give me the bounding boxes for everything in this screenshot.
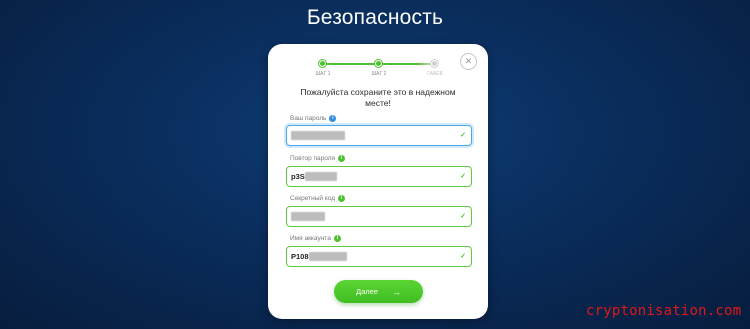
info-icon[interactable]: i [329,115,337,122]
step-2-label: ШАГ 2 [371,71,387,77]
check-icon: ✓ [460,132,466,139]
secret-code-label: Секретный код i [290,195,346,202]
secret-code-field[interactable]: ✓ [286,206,472,227]
account-name-label: Имя аккаунта i [290,235,341,242]
watermark: cryptonisation.com [586,303,742,319]
arrow-right-icon: → [391,286,401,297]
step-3-indicator [431,60,438,67]
check-icon: ✓ [460,253,466,260]
step-2-indicator [375,60,382,67]
redacted-value [308,252,347,261]
redacted-value [291,131,345,140]
step-1-indicator [319,60,326,67]
page-title: Безопасность [306,6,444,29]
close-icon[interactable]: ✕ [460,53,477,70]
stepper: ШАГ 1 ШАГ 2 ГАБЕБ [316,60,443,80]
step-connector [378,63,434,65]
info-icon[interactable]: i [338,195,346,202]
next-button[interactable]: Далее → [334,280,423,303]
redacted-value [304,172,337,181]
step-connector [322,63,378,65]
security-dialog: ✕ ШАГ 1 ШАГ 2 ГАБЕБ Пожалуйста сохраните… [268,44,488,319]
account-name-value: P108 [291,252,309,261]
check-icon: ✓ [460,213,466,220]
account-name-field[interactable]: P108 ✓ [286,246,472,267]
password-label: Ваш пароль i [290,115,337,122]
repeat-password-field[interactable]: p3S ✓ [286,166,472,187]
repeat-password-label: Повтор пароля i [290,155,346,162]
secret-code-label-text: Секретный код [290,195,336,202]
step-3-label: ГАБЕБ [427,71,443,77]
save-notice: Пожалуйста сохраните это в надежном мест… [300,87,456,108]
password-label-text: Ваш пароль [290,115,327,122]
step-1-label: ШАГ 1 [315,71,331,77]
info-icon[interactable]: i [338,155,346,162]
repeat-password-value: p3S [291,172,305,181]
info-icon[interactable]: i [333,235,341,242]
redacted-value [291,212,325,221]
password-field[interactable]: ✓ [286,125,472,146]
next-button-label: Далее [356,287,378,296]
account-name-label-text: Имя аккаунта [290,235,331,242]
repeat-password-label-text: Повтор пароля [290,155,336,162]
check-icon: ✓ [460,173,466,180]
